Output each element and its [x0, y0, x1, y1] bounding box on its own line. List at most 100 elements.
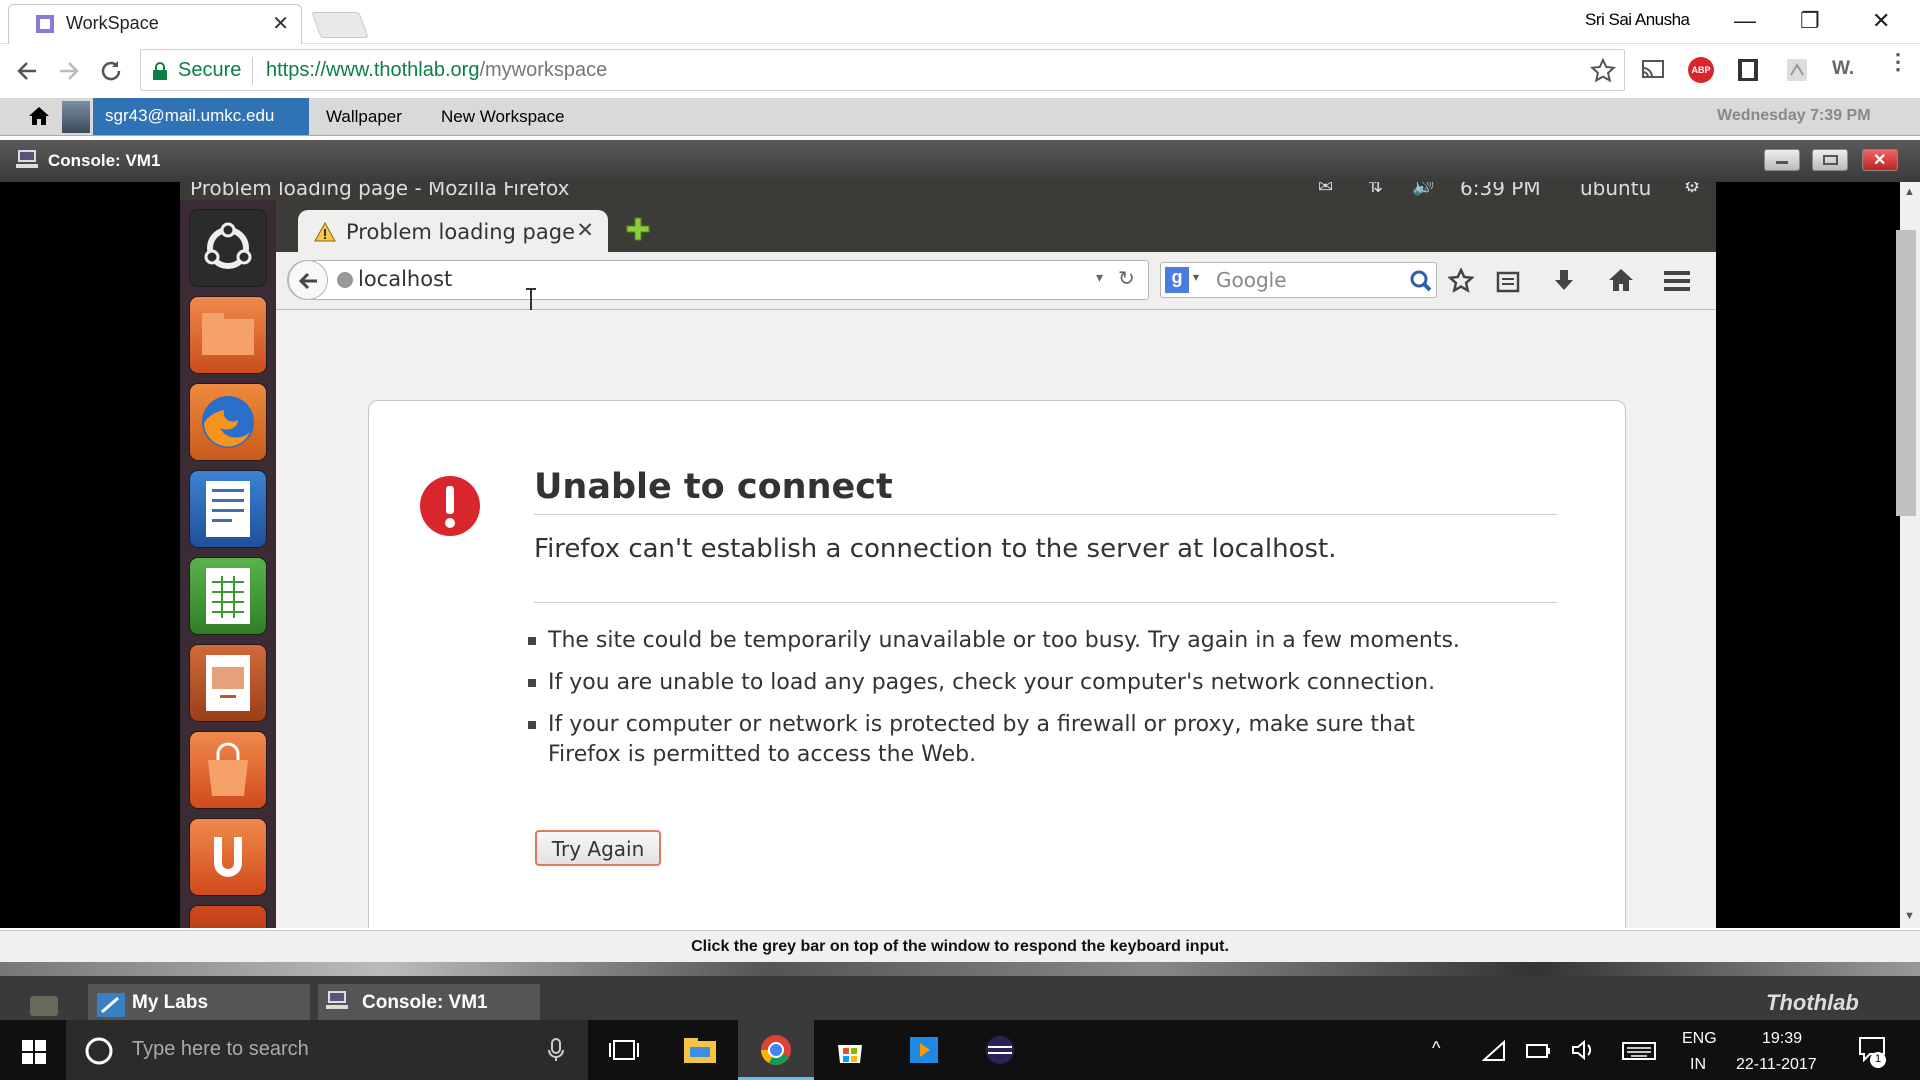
url-separator — [252, 57, 253, 85]
firefox-search-box[interactable]: g ▾ Google — [1160, 262, 1437, 298]
task-view-icon[interactable] — [606, 1035, 642, 1065]
tray-chevron-icon[interactable]: ^ — [1432, 1038, 1440, 1059]
clock-time[interactable]: 19:39 — [1762, 1030, 1802, 1048]
microphone-icon[interactable] — [548, 1038, 564, 1062]
nav-new-workspace[interactable]: New Workspace — [441, 107, 564, 127]
system-settings-icon[interactable] — [190, 906, 266, 928]
ubuntu-launcher — [180, 200, 276, 928]
eclipse-icon[interactable] — [982, 1035, 1018, 1065]
workspace-favicon-icon — [35, 14, 55, 34]
nav-wallpaper[interactable]: Wallpaper — [326, 107, 402, 127]
try-again-button[interactable]: Try Again — [535, 830, 661, 866]
error-bullet-2: If you are unable to load any pages, che… — [528, 668, 1528, 698]
minimize-icon[interactable]: — — [1734, 8, 1756, 34]
settings-gear-icon[interactable]: ⚙ — [1684, 182, 1700, 197]
google-engine-icon[interactable]: g — [1165, 267, 1189, 293]
firefox-tab-close-icon[interactable]: ✕ — [576, 218, 594, 243]
firefox-reload-icon[interactable]: ↻ — [1118, 266, 1135, 291]
profile-name[interactable]: Sri Sai Anusha — [1585, 10, 1690, 30]
browser-tab-workspace[interactable]: WorkSpace ✕ — [8, 4, 302, 44]
battery-icon[interactable] — [1526, 1040, 1552, 1060]
user-email[interactable]: sgr43@mail.umkc.edu — [93, 98, 309, 135]
title-divider — [534, 514, 1557, 515]
ubuntu-one-icon[interactable] — [190, 819, 266, 895]
console-titlebar[interactable] — [0, 140, 1920, 182]
reload-icon[interactable] — [98, 58, 124, 84]
windows-start-icon[interactable] — [22, 1040, 46, 1064]
firefox-url-bar[interactable]: localhost ▾ ↻ — [287, 260, 1149, 300]
firefox-launcher-icon[interactable] — [190, 384, 266, 460]
home-icon[interactable] — [28, 106, 50, 126]
search-icon[interactable] — [1409, 269, 1433, 293]
console-monitor-icon — [16, 149, 38, 169]
globe-icon — [336, 271, 354, 289]
media-player-icon[interactable] — [906, 1035, 942, 1065]
network-indicator-icon[interactable]: ⇅ — [1368, 182, 1383, 197]
firefox-back-icon[interactable] — [288, 260, 328, 300]
thothlab-datetime: Wednesday 7:39 PM — [1717, 107, 1871, 124]
writer-document-icon[interactable] — [190, 471, 266, 547]
start-panel-icon[interactable] — [30, 996, 58, 1016]
chrome-taskbar-button[interactable] — [738, 1020, 814, 1080]
search-placeholder: Google — [1216, 268, 1287, 292]
url-dropdown-icon[interactable]: ▾ — [1096, 269, 1103, 286]
clock-date[interactable]: 22-11-2017 — [1736, 1056, 1817, 1074]
file-explorer-icon[interactable] — [682, 1035, 718, 1065]
scroll-down-icon[interactable]: ▼ — [1904, 910, 1915, 922]
new-tab-button[interactable] — [311, 12, 369, 38]
calc-spreadsheet-icon[interactable] — [190, 558, 266, 634]
firefox-tab-label: Problem loading page — [346, 220, 576, 244]
impress-presentation-icon[interactable] — [190, 645, 266, 721]
language-bottom[interactable]: IN — [1690, 1056, 1706, 1074]
error-title: Unable to connect — [534, 467, 893, 507]
volume-icon[interactable] — [1572, 1040, 1596, 1060]
console-close-button[interactable]: ✕ — [1862, 149, 1898, 171]
pdf-extension-icon[interactable] — [1786, 58, 1808, 82]
scrollbar-thumb[interactable] — [1896, 230, 1916, 516]
console-tab-monitor-icon — [326, 990, 348, 1010]
lock-icon — [152, 62, 168, 80]
back-icon[interactable] — [14, 58, 40, 84]
w-extension-icon[interactable]: W. — [1832, 58, 1854, 80]
keyboard-icon[interactable] — [1622, 1042, 1656, 1060]
ubuntu-panel-time[interactable]: 6:39 PM — [1460, 182, 1541, 200]
adblock-extension-icon[interactable]: ABP — [1688, 57, 1714, 83]
menu-kebab-icon[interactable]: ⋮ — [1887, 51, 1909, 73]
avatar[interactable] — [62, 101, 90, 133]
thoth-tab-console[interactable]: Console: VM1 — [318, 984, 540, 1020]
firefox-menu-icon[interactable] — [1664, 270, 1690, 292]
language-top[interactable]: ENG — [1682, 1030, 1717, 1048]
firefox-tab-problem[interactable]: Problem loading page ✕ — [298, 210, 608, 254]
download-icon[interactable] — [1552, 268, 1576, 294]
bookmark-star-icon[interactable] — [1448, 268, 1474, 294]
mail-indicator-icon[interactable]: ✉ — [1318, 182, 1333, 197]
error-alert-icon — [418, 474, 482, 538]
files-folder-icon[interactable] — [190, 297, 266, 373]
keyboard-hint[interactable]: Click the grey bar on top of the window … — [0, 930, 1920, 962]
close-tab-icon[interactable]: ✕ — [272, 11, 289, 36]
bookmark-star-icon[interactable] — [1590, 58, 1616, 84]
notification-count-badge: 1 — [1870, 1052, 1886, 1068]
scroll-up-icon[interactable]: ▲ — [1904, 186, 1915, 198]
url-text[interactable]: https://www.thothlab.org/myworkspace — [266, 59, 607, 82]
firefox-home-icon[interactable] — [1608, 268, 1634, 292]
film-extension-icon[interactable] — [1736, 58, 1760, 82]
engine-dropdown-icon[interactable]: ▾ — [1193, 270, 1199, 284]
reading-list-icon[interactable] — [1496, 269, 1520, 293]
console-minimize-button[interactable] — [1764, 149, 1800, 171]
restore-icon[interactable]: ❐ — [1800, 8, 1820, 34]
vm-screen[interactable]: Problem loading page - Mozilla Firefox 6… — [180, 182, 1716, 928]
close-window-icon[interactable]: ✕ — [1872, 8, 1890, 34]
ubuntu-panel-user[interactable]: ubuntu — [1580, 182, 1651, 200]
store-icon[interactable] — [832, 1035, 868, 1065]
software-center-bag-icon[interactable] — [190, 732, 266, 808]
new-tab-plus-icon[interactable] — [625, 216, 651, 242]
ubuntu-dash-icon[interactable] — [190, 210, 266, 286]
browser-tab-label: WorkSpace — [66, 13, 159, 33]
forward-icon[interactable] — [56, 58, 82, 84]
cast-icon[interactable] — [1640, 58, 1666, 82]
taskbar-search[interactable]: Type here to search — [66, 1020, 588, 1080]
console-maximize-button[interactable] — [1812, 149, 1848, 171]
wifi-icon[interactable] — [1482, 1040, 1506, 1062]
sound-indicator-icon[interactable]: 🔊 — [1412, 182, 1434, 197]
